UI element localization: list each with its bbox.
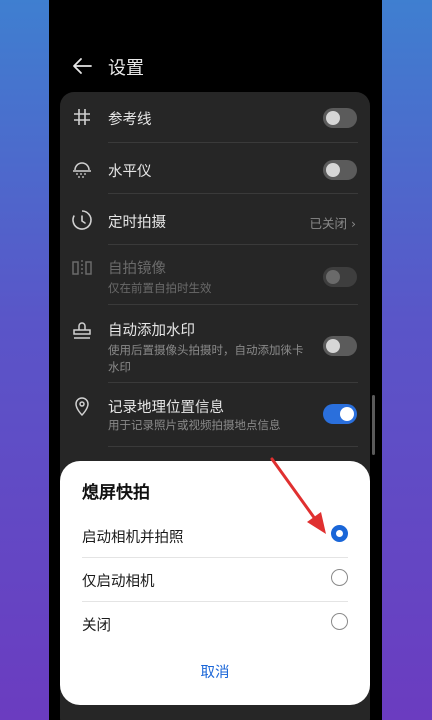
setting-watermark[interactable]: 自动添加水印 使用后置摄像头拍摄时，自动添加徕卡水印 [60,305,370,383]
location-toggle[interactable] [323,404,357,424]
setting-selfie-mirror: 自拍镜像 仅在前置自拍时生效 [60,245,370,305]
cancel-button[interactable]: 取消 [60,661,370,682]
timer-value: 已关闭 › [309,216,357,231]
option-label: 关闭 [82,618,111,634]
setting-subtext: 使用后置摄像头拍摄时，自动添加徕卡水印 [108,343,304,374]
setting-label: 记录地理位置信息 [108,400,224,416]
option-launch-and-shoot[interactable]: 启动相机并拍照 [82,514,348,558]
setting-label: 水平仪 [108,164,152,180]
setting-gridlines[interactable]: 参考线 [60,92,370,143]
mirror-icon [72,260,92,276]
grid-icon [74,109,90,125]
setting-subtext: 用于记录照片或视频拍摄地点信息 [108,418,281,432]
setting-label: 参考线 [108,112,152,128]
watermark-toggle[interactable] [323,336,357,356]
setting-level[interactable]: 水平仪 [60,143,370,194]
dialog-title: 熄屏快拍 [82,483,150,503]
bottom-sheet-dialog: 熄屏快拍 启动相机并拍照 仅启动相机 关闭 取消 [60,461,370,705]
timer-icon [72,210,92,230]
option-label: 仅启动相机 [82,574,155,590]
header: 设置 [49,46,382,86]
setting-subtext: 仅在前置自拍时生效 [108,281,212,295]
level-icon [73,162,91,178]
setting-label: 定时拍摄 [108,215,166,231]
option-off[interactable]: 关闭 [82,602,348,646]
radio-button[interactable] [331,569,348,586]
stamp-icon [73,322,91,339]
radio-button-selected[interactable] [331,525,348,542]
level-toggle[interactable] [323,160,357,180]
setting-location[interactable]: 记录地理位置信息 用于记录照片或视频拍摄地点信息 [60,383,370,447]
option-label: 启动相机并拍照 [82,530,184,546]
phone-screen: 设置 参考线 水平仪 定时拍摄 已关闭 › 自拍镜像 仅在前置自拍时生效 自动添… [49,0,382,720]
radio-button[interactable] [331,613,348,630]
setting-label: 自动添加水印 [108,323,195,339]
option-launch-only[interactable]: 仅启动相机 [82,558,348,602]
scrollbar[interactable] [372,395,375,455]
gridlines-toggle[interactable] [323,108,357,128]
chevron-right-icon: › [351,216,356,231]
setting-label: 自拍镜像 [108,261,166,277]
back-arrow-icon[interactable] [71,55,93,77]
location-icon [75,397,89,417]
setting-timer[interactable]: 定时拍摄 已关闭 › [60,194,370,245]
selfie-mirror-toggle [323,267,357,287]
page-title: 设置 [108,58,144,79]
